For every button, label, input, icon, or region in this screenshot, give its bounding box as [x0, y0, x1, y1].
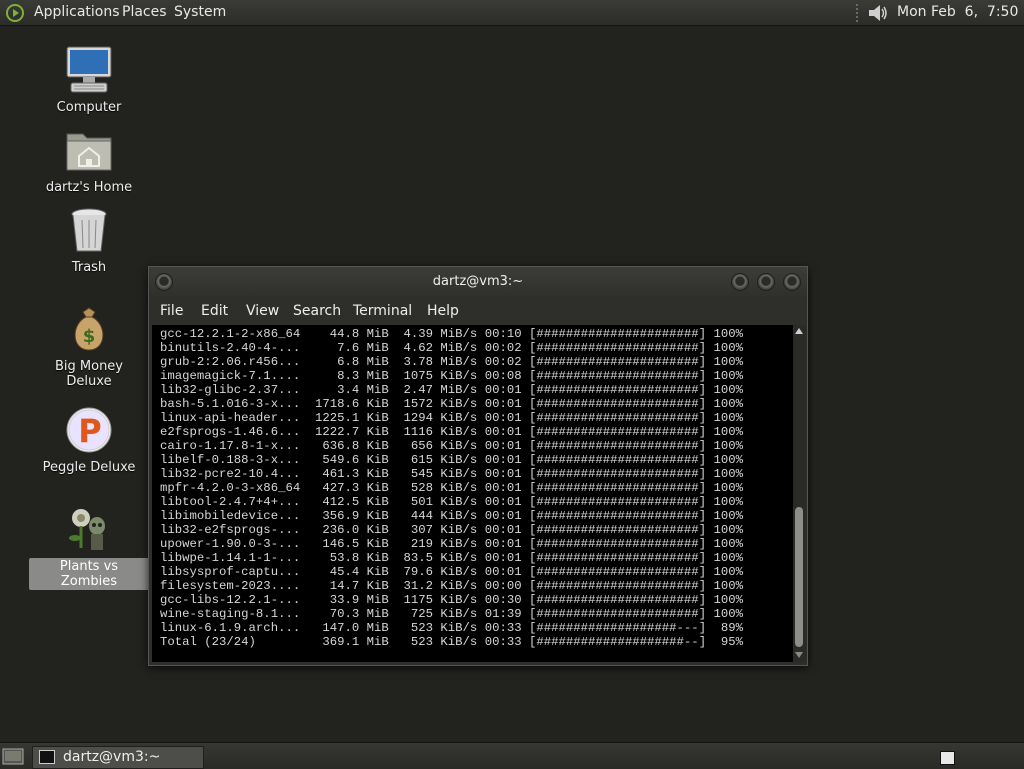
terminal-line: filesystem-2023.... 14.7 KiB 31.2 KiB/s … [160, 579, 743, 593]
terminal-line: linux-6.1.9.arch... 147.0 MiB 523 KiB/s … [160, 621, 743, 635]
bottom-panel: dartz@vm3:~ [0, 742, 1024, 769]
desktop-icon-label: dartz's Home [45, 180, 133, 195]
clock[interactable]: Mon Feb 6, 7:50 PM [897, 4, 1024, 20]
terminal-line: libimobiledevice... 356.9 KiB 444 KiB/s … [160, 509, 743, 523]
terminal-line: libwpe-1.14.1-1-... 53.8 KiB 83.5 KiB/s … [160, 551, 743, 565]
taskbar-item-label: dartz@vm3:~ [63, 749, 161, 765]
computer-icon [66, 46, 112, 93]
distro-logo-icon[interactable] [5, 3, 25, 23]
svg-text:P: P [78, 412, 101, 450]
money-bag-icon: $ [74, 307, 104, 351]
terminal-window[interactable]: dartz@vm3:~ File Edit View Search Termin… [148, 266, 808, 666]
system-menu[interactable]: System [174, 4, 226, 20]
trash-icon [71, 208, 107, 252]
top-panel: Applications Places System Mon Feb 6, 7:… [0, 0, 1024, 26]
volume-icon[interactable] [866, 2, 890, 24]
terminal-line: lib32-e2fsprogs-... 236.0 KiB 307 KiB/s … [160, 523, 743, 537]
terminal-line: Total (23/24) 369.1 MiB 523 KiB/s 00:33 … [160, 635, 743, 649]
terminal-line: lib32-glibc-2.37... 3.4 MiB 2.47 MiB/s 0… [160, 383, 743, 397]
desktop-icon-label: Trash [71, 260, 107, 275]
applications-menu[interactable]: Applications [34, 4, 120, 20]
menu-view[interactable]: View [246, 303, 279, 319]
terminal-scrollbar[interactable] [793, 325, 806, 662]
desktop-icon-plants-vs-zombies[interactable]: Plants vs Zombies [29, 504, 149, 590]
desktop-icon-computer[interactable]: Computer [29, 44, 149, 116]
menu-edit[interactable]: Edit [201, 303, 228, 319]
maximize-button[interactable] [757, 273, 775, 291]
terminal-line: libelf-0.188-3-x... 549.6 KiB 615 KiB/s … [160, 453, 743, 467]
menu-search[interactable]: Search [293, 303, 341, 319]
plants-vs-zombies-icon [69, 509, 105, 550]
terminal-line: imagemagick-7.1.... 8.3 MiB 1075 KiB/s 0… [160, 369, 743, 383]
svg-text:$: $ [83, 326, 96, 347]
scroll-up-arrow-icon[interactable] [795, 328, 803, 334]
terminal-titlebar[interactable]: dartz@vm3:~ [149, 267, 807, 297]
desktop-icon-label: Peggle Deluxe [42, 460, 136, 475]
terminal-line: e2fsprogs-1.46.6... 1222.7 KiB 1116 KiB/… [160, 425, 743, 439]
terminal-line: libtool-2.4.7+4+... 412.5 KiB 501 KiB/s … [160, 495, 743, 509]
terminal-line: bash-5.1.016-3-x... 1718.6 KiB 1572 KiB/… [160, 397, 743, 411]
window-title: dartz@vm3:~ [432, 274, 524, 289]
terminal-line: lib32-pcre2-10.4... 461.3 KiB 545 KiB/s … [160, 467, 743, 481]
terminal-line: mpfr-4.2.0-3-x86_64 427.3 KiB 528 KiB/s … [160, 481, 743, 495]
desktop-icon-label: Computer [56, 100, 122, 115]
terminal-line: linux-api-header... 1225.1 KiB 1294 KiB/… [160, 411, 743, 425]
workspace-switcher[interactable] [940, 751, 955, 765]
terminal-line: binutils-2.40-4-... 7.6 MiB 4.62 MiB/s 0… [160, 341, 743, 355]
peggle-icon: P [66, 407, 112, 453]
desktop-icon-home[interactable]: dartz's Home [29, 124, 149, 196]
desktop-icon-label: Big Money Deluxe [54, 359, 123, 389]
desktop-icon-label: Plants vs Zombies [29, 558, 149, 590]
terminal-line: gcc-12.2.1-2-x86_64 44.8 MiB 4.39 MiB/s … [160, 327, 743, 341]
menu-help[interactable]: Help [427, 303, 459, 319]
home-folder-icon [66, 133, 112, 171]
terminal-line: grub-2:2.06.r456... 6.8 MiB 3.78 MiB/s 0… [160, 355, 743, 369]
terminal-line: gcc-libs-12.2.1-... 33.9 MiB 1175 KiB/s … [160, 593, 743, 607]
terminal-line: libsysprof-captu... 45.4 KiB 79.6 KiB/s … [160, 565, 743, 579]
terminal-line: cairo-1.17.8-1-x... 636.8 KiB 656 KiB/s … [160, 439, 743, 453]
desktop-icon-peggle-deluxe[interactable]: P Peggle Deluxe [29, 404, 149, 476]
terminal-screen[interactable]: gcc-12.2.1-2-x86_64 44.8 MiB 4.39 MiB/s … [152, 325, 793, 662]
terminal-output: gcc-12.2.1-2-x86_64 44.8 MiB 4.39 MiB/s … [152, 325, 793, 649]
terminal-line: wine-staging-8.1... 70.3 MiB 725 KiB/s 0… [160, 607, 743, 621]
desktop-icon-big-money-deluxe[interactable]: $ Big Money Deluxe [29, 304, 149, 390]
show-desktop-icon[interactable] [2, 748, 24, 765]
close-button[interactable] [783, 273, 801, 291]
scrollbar-thumb[interactable] [795, 507, 803, 647]
panel-separator [856, 4, 862, 22]
terminal-menubar: File Edit View Search Terminal Help [149, 297, 807, 325]
desktop-icon-trash[interactable]: Trash [29, 204, 149, 276]
terminal-line: upower-1.90.0-3-... 146.5 KiB 219 KiB/s … [160, 537, 743, 551]
places-menu[interactable]: Places [122, 4, 167, 20]
taskbar-item-terminal[interactable]: dartz@vm3:~ [32, 746, 204, 769]
menu-file[interactable]: File [160, 303, 183, 319]
menu-terminal[interactable]: Terminal [353, 303, 412, 319]
scroll-down-arrow-icon[interactable] [795, 652, 803, 658]
terminal-icon [39, 750, 55, 764]
minimize-button[interactable] [731, 273, 749, 291]
